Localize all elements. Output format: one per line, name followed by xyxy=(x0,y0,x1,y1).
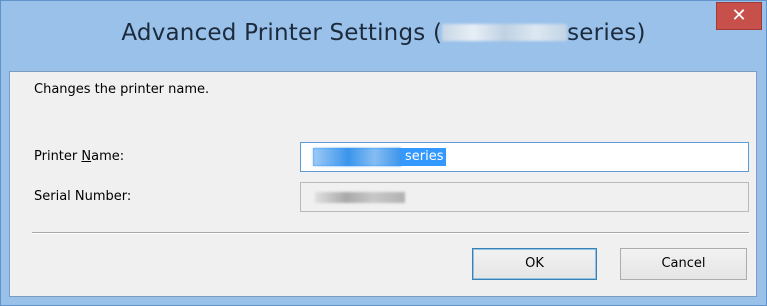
printer-name-label-mnemonic: N xyxy=(81,149,92,164)
printer-name-value: series xyxy=(405,149,444,164)
printer-name-input[interactable]: series xyxy=(300,142,749,172)
serial-number-label: Serial Number: xyxy=(34,189,132,204)
printer-name-label: Printer Name: xyxy=(34,149,124,164)
dialog-body: Changes the printer name. Printer Name: … xyxy=(9,71,757,297)
title-bar[interactable]: Advanced Printer Settings ( series) ✕ xyxy=(1,1,766,81)
window-title: Advanced Printer Settings ( series) xyxy=(1,20,766,46)
redacted-printer-model xyxy=(313,148,401,166)
window-title-prefix: Advanced Printer Settings ( xyxy=(121,20,443,46)
selected-text: series xyxy=(313,148,446,166)
window-title-suffix: series) xyxy=(567,20,646,46)
redacted-serial-number xyxy=(315,192,405,203)
redacted-model-name xyxy=(442,24,568,41)
printer-name-label-end: ame: xyxy=(91,149,125,164)
divider xyxy=(32,232,749,234)
serial-number-field xyxy=(300,182,749,212)
description-text: Changes the printer name. xyxy=(34,82,210,97)
close-button[interactable]: ✕ xyxy=(716,2,762,30)
printer-name-label-start: Printer xyxy=(34,149,82,164)
close-icon: ✕ xyxy=(731,5,747,26)
dialog-window: Advanced Printer Settings ( series) ✕ Cha… xyxy=(0,0,767,306)
cancel-button[interactable]: Cancel xyxy=(620,248,747,280)
ok-button[interactable]: OK xyxy=(472,248,597,280)
